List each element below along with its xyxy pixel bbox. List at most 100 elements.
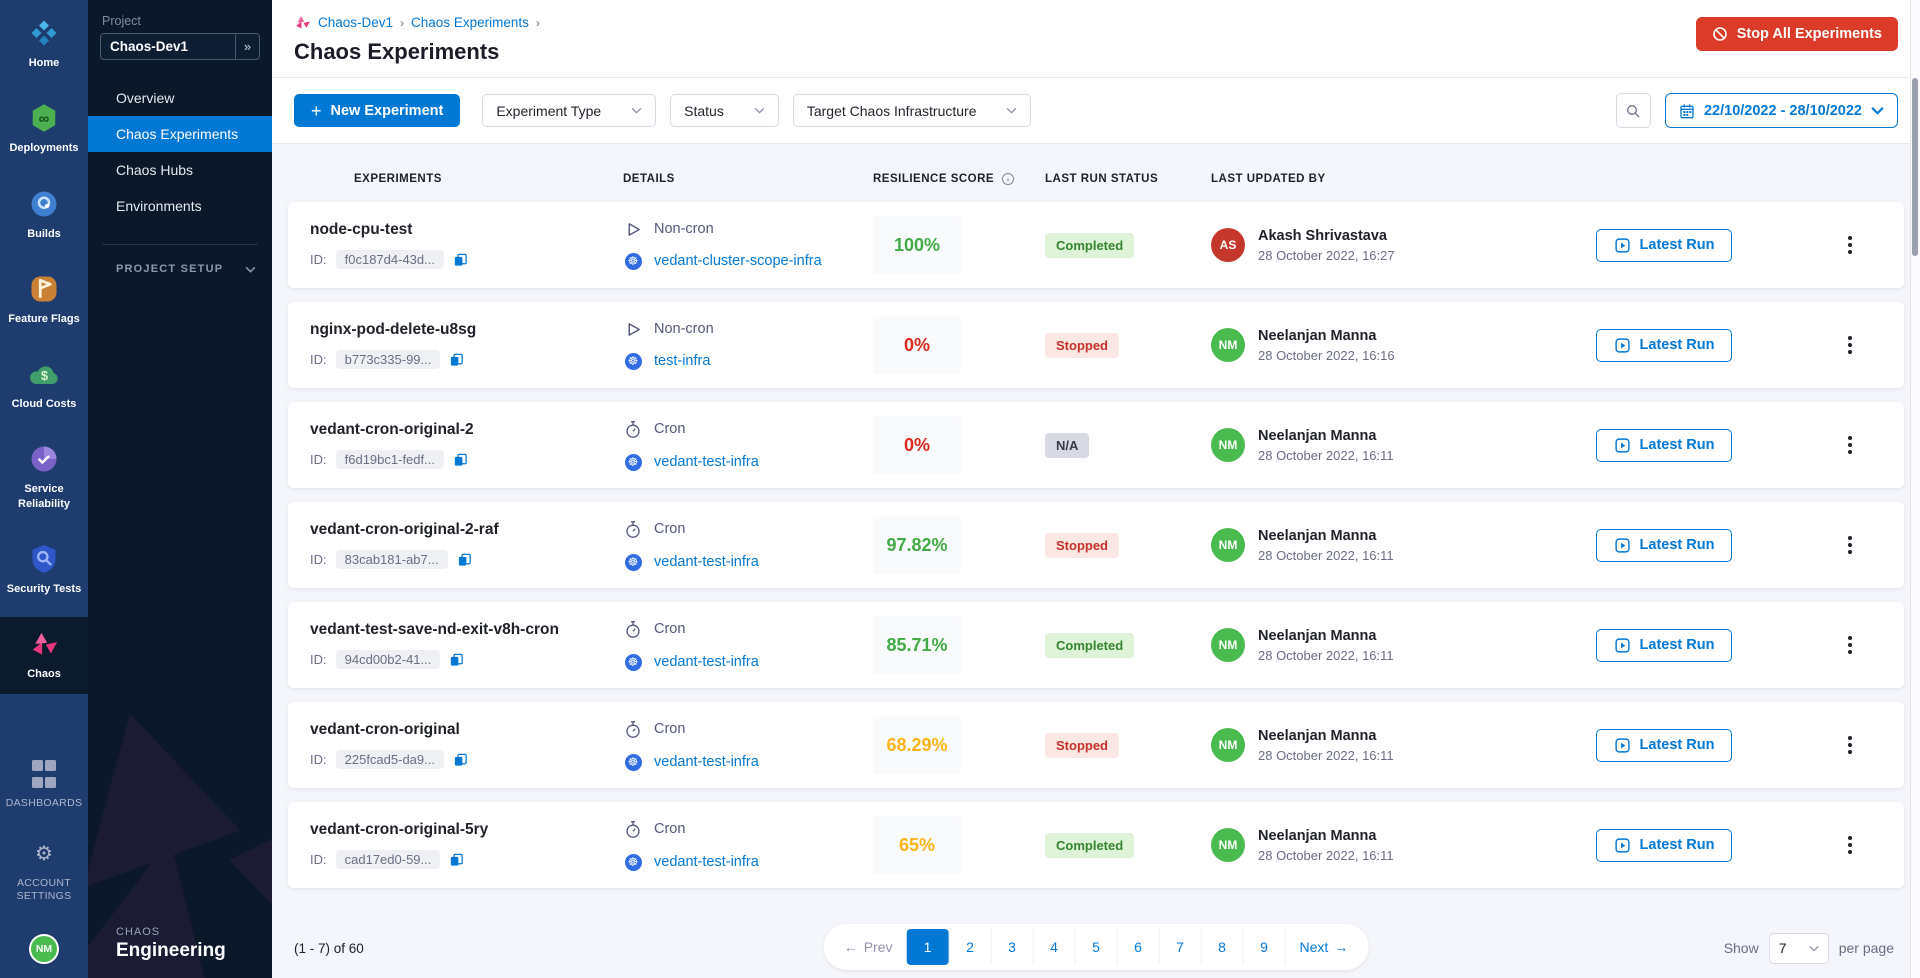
latest-run-button[interactable]: Latest Run (1596, 329, 1732, 362)
experiment-name[interactable]: vedant-cron-original (310, 721, 623, 739)
page-button-9[interactable]: 9 (1243, 929, 1285, 965)
copy-id-button[interactable] (453, 752, 468, 768)
experiment-row[interactable]: vedant-cron-original-5ry ID: cad17ed0-59… (288, 802, 1904, 888)
project-selector[interactable]: Chaos-Dev1 » (100, 33, 260, 60)
target-infrastructure-filter[interactable]: Target Chaos Infrastructure (793, 94, 1032, 127)
latest-run-button[interactable]: Latest Run (1596, 529, 1732, 562)
per-page-select[interactable]: 7 (1769, 933, 1829, 964)
experiment-row[interactable]: vedant-cron-original-2 ID: f6d19bc1-fedf… (288, 402, 1904, 488)
project-setup-toggle[interactable]: PROJECT SETUP (116, 263, 256, 275)
sidebar-item-feature-flags[interactable]: Feature Flags (0, 262, 88, 338)
experiment-row[interactable]: vedant-cron-original ID: 225fcad5-da9...… (288, 702, 1904, 788)
sidebar-item-deployments[interactable]: ∞ Deployments (0, 91, 88, 167)
sidebar-item-cloud-costs[interactable]: $ Cloud Costs (0, 347, 88, 423)
resilience-score: 0% (873, 316, 961, 374)
page-button-4[interactable]: 4 (1033, 929, 1075, 965)
id-label: ID: (310, 552, 327, 567)
arrow-right-icon: → (1334, 939, 1348, 955)
stop-all-experiments-button[interactable]: Stop All Experiments (1696, 17, 1898, 51)
sidebar-item-security-tests[interactable]: Security Tests (0, 532, 88, 608)
sidebar-item-account-settings[interactable]: ⚙ ACCOUNT SETTINGS (14, 827, 75, 916)
next-page-button[interactable]: Next → (1285, 929, 1363, 965)
experiment-row[interactable]: node-cpu-test ID: f0c187d4-43d... Non-cr… (288, 202, 1904, 288)
latest-run-button[interactable]: Latest Run (1596, 229, 1732, 262)
infrastructure-link[interactable]: vedant-test-infra (654, 854, 759, 870)
latest-run-label: Latest Run (1640, 637, 1715, 653)
latest-run-button[interactable]: Latest Run (1596, 829, 1732, 862)
copy-id-button[interactable] (449, 652, 464, 668)
experiment-name[interactable]: vedant-cron-original-2 (310, 421, 623, 439)
experiment-name[interactable]: vedant-test-save-nd-exit-v8h-cron (310, 621, 623, 639)
page-button-8[interactable]: 8 (1201, 929, 1243, 965)
experiment-row[interactable]: vedant-cron-original-2-raf ID: 83cab181-… (288, 502, 1904, 588)
status-filter[interactable]: Status (670, 94, 779, 127)
latest-run-button[interactable]: Latest Run (1596, 429, 1732, 462)
avatar: NM (1211, 628, 1245, 662)
status-badge: Completed (1045, 233, 1134, 258)
breadcrumb-experiments-link[interactable]: Chaos Experiments (411, 15, 529, 30)
page-button-3[interactable]: 3 (991, 929, 1033, 965)
new-experiment-button[interactable]: + New Experiment (294, 94, 460, 127)
page-title: Chaos Experiments (294, 39, 1898, 65)
page-button-6[interactable]: 6 (1117, 929, 1159, 965)
experiment-name[interactable]: nginx-pod-delete-u8sg (310, 321, 623, 339)
infrastructure-link[interactable]: vedant-test-infra (654, 554, 759, 570)
experiment-row[interactable]: vedant-test-save-nd-exit-v8h-cron ID: 94… (288, 602, 1904, 688)
row-menu-button[interactable] (1842, 630, 1858, 660)
page-button-2[interactable]: 2 (949, 929, 991, 965)
sidebar-item-home[interactable]: Home (0, 6, 88, 82)
experiment-name[interactable]: vedant-cron-original-5ry (310, 821, 623, 839)
row-menu-button[interactable] (1842, 730, 1858, 760)
updated-timestamp: 28 October 2022, 16:11 (1258, 448, 1394, 463)
breadcrumb-project-link[interactable]: Chaos-Dev1 (318, 15, 393, 30)
copy-id-button[interactable] (453, 252, 468, 268)
copy-id-button[interactable] (453, 452, 468, 468)
sidebar-item-service-reliability[interactable]: Service Reliability (0, 432, 88, 523)
experiment-id: f0c187d4-43d... (336, 250, 444, 269)
infrastructure-link[interactable]: test-infra (654, 353, 710, 369)
copy-id-button[interactable] (457, 552, 472, 568)
copy-id-button[interactable] (449, 852, 464, 868)
latest-run-button[interactable]: Latest Run (1596, 729, 1732, 762)
row-menu-button[interactable] (1842, 430, 1858, 460)
play-icon (625, 321, 642, 338)
experiment-name[interactable]: vedant-cron-original-2-raf (310, 521, 623, 539)
collapse-sidebar-button[interactable]: » (235, 34, 259, 59)
copy-id-button[interactable] (449, 352, 464, 368)
page-button-7[interactable]: 7 (1159, 929, 1201, 965)
experiments-list: node-cpu-test ID: f0c187d4-43d... Non-cr… (288, 202, 1904, 902)
row-menu-button[interactable] (1842, 230, 1858, 260)
nav-item-chaos-experiments[interactable]: Chaos Experiments (88, 116, 272, 152)
info-icon[interactable] (1001, 172, 1015, 186)
user-avatar-button[interactable]: NM (29, 934, 59, 964)
experiment-id: 94cd00b2-41... (336, 650, 441, 669)
scrollbar-thumb[interactable] (1912, 78, 1918, 256)
main-content: Chaos-Dev1 › Chaos Experiments › Chaos E… (272, 0, 1920, 978)
nav-item-chaos-hubs[interactable]: Chaos Hubs (88, 152, 272, 188)
id-label: ID: (310, 352, 327, 367)
search-button[interactable] (1616, 93, 1651, 128)
page-button-5[interactable]: 5 (1075, 929, 1117, 965)
page-button-1[interactable]: 1 (907, 929, 949, 965)
experiment-row[interactable]: nginx-pod-delete-u8sg ID: b773c335-99...… (288, 302, 1904, 388)
infrastructure-link[interactable]: vedant-test-infra (654, 654, 759, 670)
nav-item-environments[interactable]: Environments (88, 188, 272, 224)
date-range-picker[interactable]: 22/10/2022 - 28/10/2022 (1665, 93, 1898, 128)
prev-page-button[interactable]: ← Prev (830, 929, 907, 965)
experiment-name[interactable]: node-cpu-test (310, 221, 623, 239)
nav-item-overview[interactable]: Overview (88, 80, 272, 116)
experiment-type-filter[interactable]: Experiment Type (482, 94, 656, 127)
row-menu-button[interactable] (1842, 330, 1858, 360)
infrastructure-link[interactable]: vedant-test-infra (654, 454, 759, 470)
run-view-icon (1614, 737, 1631, 754)
latest-run-button[interactable]: Latest Run (1596, 629, 1732, 662)
infrastructure-link[interactable]: vedant-cluster-scope-infra (654, 253, 822, 269)
sidebar-item-dashboards[interactable]: DASHBOARDS (3, 747, 86, 823)
sidebar-item-builds[interactable]: Builds (0, 177, 88, 253)
table-header-row: EXPERIMENTS DETAILS RESILIENCE SCORE LAS… (288, 144, 1904, 202)
row-menu-button[interactable] (1842, 530, 1858, 560)
infrastructure-link[interactable]: vedant-test-infra (654, 754, 759, 770)
sidebar-item-chaos[interactable]: Chaos (0, 617, 88, 693)
security-tests-icon (30, 543, 58, 575)
row-menu-button[interactable] (1842, 830, 1858, 860)
